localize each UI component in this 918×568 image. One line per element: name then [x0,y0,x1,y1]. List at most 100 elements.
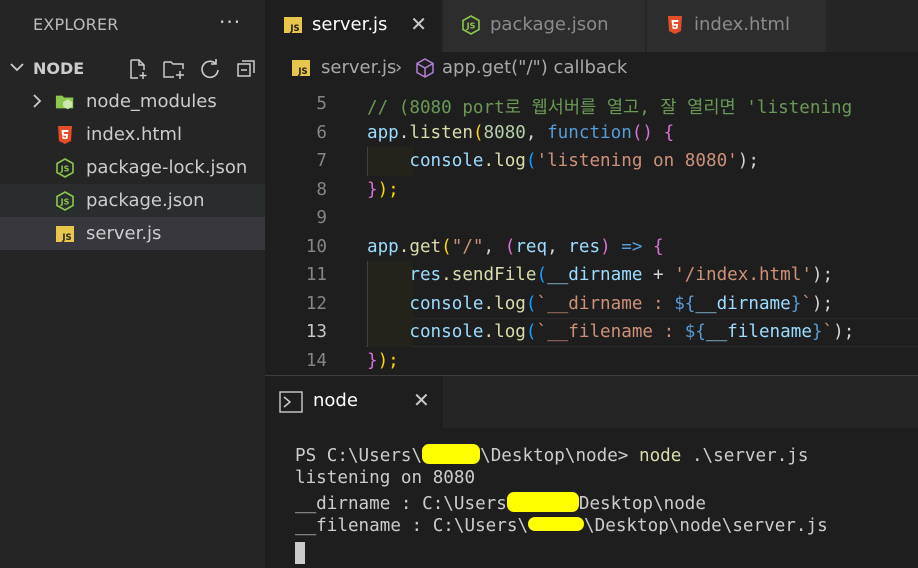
breadcrumb-symbol[interactable]: app.get("/") callback [442,57,627,78]
terminal-line [295,540,828,564]
js-icon: JS [292,60,310,80]
token: ( [525,293,537,314]
explorer-sidebar: EXPLORER ··· NODE node_modules index.htm… [0,0,265,568]
token: console [409,293,484,314]
token: res [568,236,601,257]
line-number: 9 [316,208,327,228]
breadcrumb-separator: › [395,57,403,78]
output-text: \Desktop\node\server.js [584,516,828,536]
prompt-path: \Desktop\node> [480,446,639,466]
line-source: console.log('listening on 8080'); [367,151,759,171]
tab-label: server.js [312,14,388,35]
terminal-tab-label: node [313,390,358,411]
token: __filename [705,322,812,342]
svg-text:JS: JS [60,198,70,207]
token: , [483,236,505,257]
line-number: 10 [305,236,327,257]
output-text: __dirname : C:\Users [295,494,507,514]
terminal-output[interactable]: PS C:\Users\ \Desktop\node> node .\server… [295,444,828,564]
line-number: 12 [305,293,327,314]
code-line: 8 }); [265,176,918,205]
token: ); [737,151,759,171]
token: ` [801,293,812,314]
token: . [398,122,410,143]
new-file-icon[interactable] [124,56,152,82]
symbol-method-icon [415,57,435,83]
tab-label: index.html [694,14,790,35]
tree-item-index-html[interactable]: index.html [0,118,265,151]
breadcrumb-file[interactable]: server.js [321,57,396,78]
line-number: 5 [316,94,327,114]
code-line: 10 app.get("/", (req, res) => { [265,233,918,262]
line-source: res.sendFile(__dirname + '/index.html'); [367,265,833,285]
token: ); [377,350,399,371]
code-line: 14 }); [265,347,918,376]
line-number: 8 [316,179,327,200]
line-source: app.get("/", (req, res) => { [367,237,664,257]
tab-index-html[interactable]: index.html [647,0,827,52]
token: ) [600,236,611,257]
chevron-right-icon [30,93,44,113]
command: node [639,446,682,466]
token: res [409,265,442,285]
tab-terminal-node[interactable]: node ✕ [265,376,443,428]
code-editor[interactable]: 5 // (8080 port로 웹서버를 열고, 잘 열리면 'listeni… [265,85,918,375]
svg-text:JS: JS [297,67,307,76]
token: => [610,236,654,257]
token: function [547,122,632,143]
svg-text:JS: JS [60,165,70,174]
tree-item-node-modules[interactable]: node_modules [0,85,265,118]
close-icon[interactable]: ✕ [413,388,430,412]
explorer-title: EXPLORER [33,15,119,34]
token: .log [483,293,526,314]
redaction-mark [422,444,481,464]
line-source: app.listen(8080, function() { [367,123,674,143]
close-icon[interactable]: ✕ [410,12,427,36]
token: req [515,236,548,257]
more-actions-icon[interactable]: ··· [219,10,241,34]
redaction-mark [506,492,579,512]
line-source: console.log(`__filename : ${__filename}`… [367,322,854,342]
token: console [409,322,484,342]
tree-item-package-lock-json[interactable]: JS package-lock.json [0,151,265,184]
token: { [653,236,664,257]
token: } [367,179,378,200]
code-line-current: 13 console.log(`__filename : ${__filenam… [265,318,918,347]
collapse-all-icon[interactable] [232,56,260,82]
tree-item-label: package-lock.json [86,157,248,178]
token: '/index.html' [674,265,812,285]
code-line: 5 // (8080 port로 웹서버를 열고, 잘 열리면 'listeni… [265,90,918,119]
terminal-icon [279,391,303,417]
output-text: __filename : C:\Users\ [295,516,529,536]
token: ( [441,236,452,257]
folder-section-header[interactable]: NODE [0,52,265,84]
new-folder-icon[interactable] [160,56,188,82]
svg-text:JS: JS [289,24,299,33]
folder-node-icon [55,92,75,112]
code-line: 7 console.log('listening on 8080'); [265,147,918,176]
line-number: 13 [305,322,327,342]
token: app [367,122,399,143]
code-line: 11 res.sendFile(__dirname + '/index.html… [265,261,918,290]
tree-item-server-js[interactable]: JS server.js [0,217,265,250]
js-icon: JS [283,15,303,35]
terminal-panel: node ✕ PS C:\Users\ \Desktop\node> node .… [265,375,918,568]
redaction-mark [528,517,585,531]
token: __dirname [547,265,643,285]
token: { [663,122,675,143]
tab-server-js[interactable]: JS server.js ✕ [265,0,442,52]
tab-package-json[interactable]: JS package.json [443,0,646,52]
line-source: }); [367,180,399,200]
chevron-down-icon [9,59,25,79]
prompt-prefix: PS C:\Users\ [295,446,423,466]
token: `__dirname : [536,293,675,314]
token: .sendFile [441,265,537,285]
terminal-cursor [295,542,305,564]
tree-item-package-json[interactable]: JS package.json [0,184,265,217]
token: __dirname [695,293,791,314]
refresh-icon[interactable] [196,56,224,82]
nodejs-icon: JS [55,191,75,211]
line-number: 6 [316,122,327,143]
token: app [367,236,399,257]
line-number: 11 [305,265,327,285]
